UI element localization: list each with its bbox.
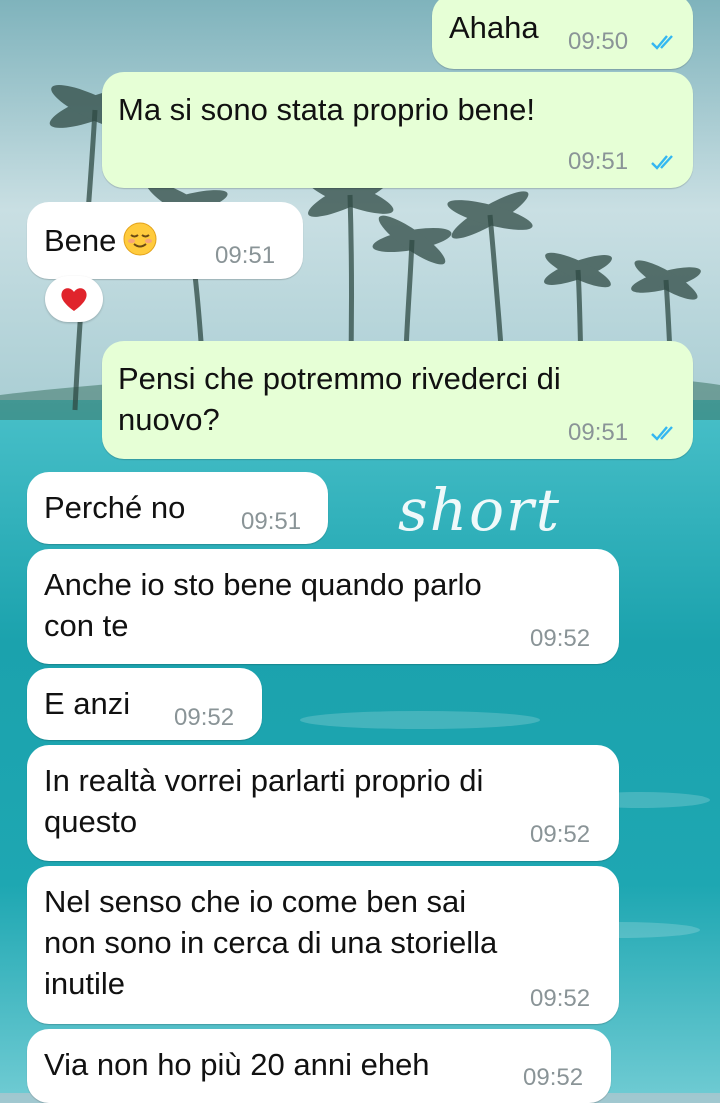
message-time: 09:50 [568, 28, 629, 55]
message-text-line: inutile [44, 966, 125, 1001]
incoming-message[interactable]: In realtà vorrei parlarti proprio di que… [27, 745, 619, 861]
message-text-line: questo [44, 804, 138, 839]
message-text: Ahaha [449, 10, 539, 45]
reaction-badge[interactable] [45, 276, 103, 322]
outgoing-message[interactable]: Ahaha 09:50 [432, 0, 693, 69]
outgoing-message[interactable]: Pensi che potremmo rivederci di nuovo? 0… [102, 341, 693, 459]
message-text: Pensi che potremmo rivederci di nuovo? [118, 357, 561, 441]
message-text: Nel senso che io come ben sai non sono i… [44, 880, 497, 1005]
message-text: Ma si sono stata proprio bene! [118, 92, 536, 127]
message-time: 09:52 [530, 821, 591, 848]
message-text: Perché no [44, 490, 186, 525]
message-text-line: nuovo? [118, 402, 220, 437]
message-text-line: non sono in cerca di una storiella [44, 925, 498, 960]
incoming-message[interactable]: Nel senso che io come ben sai non sono i… [27, 866, 619, 1024]
incoming-message[interactable]: Via non ho più 20 anni eheh 09:52 [27, 1029, 611, 1103]
message-time: 09:51 [568, 419, 629, 446]
message-text-line: Pensi che potremmo rivederci di [118, 361, 561, 396]
incoming-message[interactable]: Bene 09:51 [27, 202, 303, 279]
message-time: 09:52 [530, 985, 591, 1012]
message-time: 09:51 [568, 148, 629, 175]
read-ticks-icon [651, 155, 673, 170]
message-text-line: In realtà vorrei parlarti proprio di [44, 763, 484, 798]
message-time: 09:52 [174, 704, 235, 731]
message-text: In realtà vorrei parlarti proprio di que… [44, 759, 483, 843]
incoming-message[interactable]: Anche io sto bene quando parlo con te 09… [27, 549, 619, 664]
message-text: Via non ho più 20 anni eheh [44, 1047, 430, 1082]
relieved-smiling-face-icon [123, 222, 157, 256]
message-text-line: Nel senso che io come ben sai [44, 884, 467, 919]
message-text: E anzi [44, 686, 131, 721]
read-ticks-icon [651, 35, 673, 50]
read-ticks-icon [651, 426, 673, 441]
message-time: 09:51 [215, 242, 276, 269]
message-time: 09:52 [523, 1064, 584, 1091]
message-time: 09:51 [241, 508, 302, 535]
message-text-line: Anche io sto bene quando parlo [44, 567, 482, 602]
incoming-message[interactable]: Perché no 09:51 [27, 472, 328, 544]
red-heart-icon [61, 288, 87, 311]
outgoing-message[interactable]: Ma si sono stata proprio bene! 09:51 [102, 72, 693, 188]
message-text-line: con te [44, 608, 129, 643]
wallpaper-lettering: short [398, 476, 562, 544]
message-text: Bene [44, 219, 158, 262]
message-text-content: Bene [44, 223, 117, 258]
message-time: 09:52 [530, 625, 591, 652]
incoming-message[interactable]: E anzi 09:52 [27, 668, 262, 740]
message-text: Anche io sto bene quando parlo con te [44, 563, 482, 647]
